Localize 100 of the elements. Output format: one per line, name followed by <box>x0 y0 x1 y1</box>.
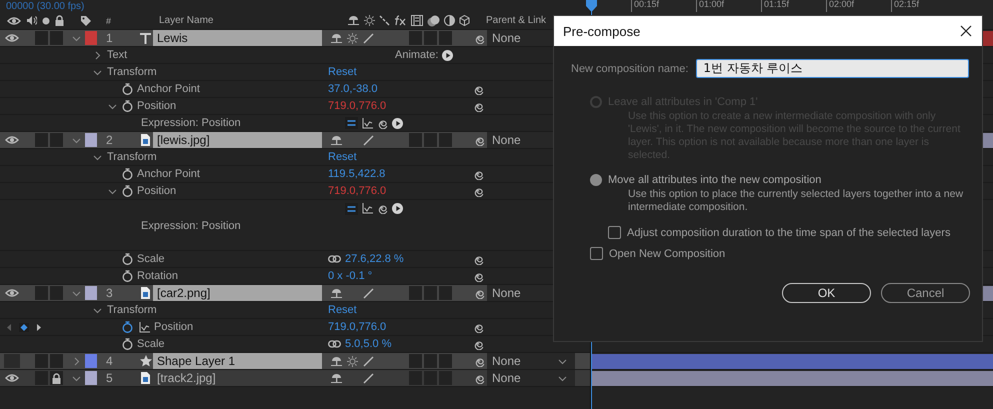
lock-toggle[interactable] <box>50 354 63 368</box>
chevron-icon[interactable] <box>72 34 81 42</box>
eye-icon[interactable] <box>5 288 19 298</box>
switch-box[interactable] <box>439 371 452 385</box>
solo-toggle[interactable] <box>35 371 48 385</box>
stopwatch-icon <box>122 168 133 180</box>
lock-toggle[interactable] <box>50 133 63 147</box>
footage-file-icon <box>141 287 150 299</box>
switch-box[interactable] <box>409 371 422 385</box>
layer-bar[interactable] <box>591 354 993 368</box>
parent-value: None <box>492 371 521 385</box>
label-color-swatch[interactable] <box>85 286 97 300</box>
label-color-swatch[interactable] <box>85 354 97 368</box>
chevron-icon[interactable] <box>92 68 102 76</box>
lock-icon[interactable] <box>55 15 64 26</box>
solo-toggle[interactable] <box>35 286 48 300</box>
ruler-label: 02:15f <box>891 0 956 12</box>
switch-box[interactable] <box>439 286 452 300</box>
ruler-label: 01:15f <box>761 0 826 12</box>
solo-toggle[interactable] <box>35 31 48 45</box>
switch-box[interactable] <box>409 31 422 45</box>
parent-dropdown[interactable]: None <box>487 370 575 386</box>
layer-name[interactable]: Shape Layer 1 <box>153 353 322 369</box>
pick-whip-spiral-icon <box>474 32 485 44</box>
quality-switch-icon <box>362 134 374 146</box>
solo-toggle[interactable] <box>35 133 48 147</box>
label-color-swatch[interactable] <box>85 371 97 385</box>
playhead-marker-icon[interactable] <box>586 0 597 12</box>
keyframe-navigator-icon[interactable] <box>6 322 42 332</box>
chevron-icon[interactable] <box>72 136 81 144</box>
switch-box[interactable] <box>424 354 437 368</box>
pick-whip-spiral-icon <box>474 288 485 298</box>
checkbox[interactable] <box>590 247 603 260</box>
play-menu-icon[interactable] <box>392 203 403 214</box>
chevron-icon[interactable] <box>92 50 102 60</box>
switch-box[interactable] <box>409 133 422 147</box>
layer-name[interactable]: [track2.jpg] <box>153 370 322 386</box>
lock-toggle[interactable] <box>50 31 63 45</box>
property-value[interactable]: 119.5,422.8 <box>328 168 386 180</box>
property-value[interactable]: 27.6,22.8 % <box>345 253 404 265</box>
group-name[interactable]: Transform <box>103 151 157 163</box>
cancel-button[interactable]: Cancel <box>881 283 970 303</box>
layer-number: 4 <box>105 354 114 368</box>
lock-icon[interactable] <box>52 372 61 384</box>
eye-icon[interactable] <box>5 135 19 145</box>
switch-box[interactable] <box>409 286 422 300</box>
close-button[interactable] <box>958 23 974 39</box>
chevron-icon[interactable] <box>72 288 81 298</box>
reset-link[interactable]: Reset <box>328 66 357 78</box>
play-menu-icon[interactable] <box>392 118 403 128</box>
radio-button[interactable] <box>590 174 602 186</box>
group-name[interactable]: Transform <box>103 304 157 316</box>
group-name[interactable]: Transform <box>103 66 157 78</box>
pick-whip-spiral-icon <box>474 134 485 146</box>
switch-box[interactable] <box>409 354 422 368</box>
chevron-icon[interactable] <box>108 186 116 196</box>
eye-icon[interactable] <box>5 373 19 383</box>
ok-button[interactable]: OK <box>782 283 871 303</box>
checkbox[interactable] <box>608 226 621 239</box>
stopwatch-icon <box>122 321 133 333</box>
switch-box[interactable] <box>439 354 452 368</box>
layer-name[interactable]: Lewis <box>153 30 322 46</box>
layer-name[interactable]: [lewis.jpg] <box>153 132 322 148</box>
ruler-label: 02:00f <box>826 0 891 12</box>
reset-link[interactable]: Reset <box>328 304 357 316</box>
property-value[interactable]: 5.0,5.0 % <box>345 338 392 350</box>
chevron-icon[interactable] <box>92 152 102 162</box>
chevron-icon[interactable] <box>108 102 116 110</box>
switch-box[interactable] <box>439 31 452 45</box>
name-field[interactable]: 1번 자동차 루이스 <box>696 59 970 78</box>
layer-name[interactable]: [car2.png] <box>153 285 322 301</box>
graph-icon <box>139 322 150 332</box>
reset-link[interactable]: Reset <box>328 151 357 163</box>
solo-toggle[interactable] <box>35 354 48 368</box>
expression-enable-icon[interactable] <box>345 202 358 214</box>
switch-box[interactable] <box>424 286 437 300</box>
chevron-icon[interactable] <box>72 374 81 382</box>
property-value[interactable]: 719.0,776.0 <box>328 321 386 333</box>
lock-toggle[interactable] <box>50 286 63 300</box>
parent-dropdown[interactable]: None <box>487 353 575 369</box>
eye-icon[interactable] <box>5 33 19 43</box>
chevron-icon[interactable] <box>92 306 102 314</box>
switch-box[interactable] <box>424 31 437 45</box>
label-color-swatch[interactable] <box>85 31 97 45</box>
visibility-toggle[interactable] <box>4 354 20 368</box>
stopwatch-icon <box>122 100 133 112</box>
switch-box[interactable] <box>424 133 437 147</box>
property-value[interactable]: 37.0,-38.0 <box>328 83 378 95</box>
expression-enable-icon[interactable] <box>345 117 358 129</box>
label-color-swatch[interactable] <box>85 133 97 147</box>
option-label: Move all attributes into the new composition <box>608 174 822 186</box>
eye-icon[interactable] <box>7 16 21 26</box>
group-name[interactable]: Text <box>103 49 128 61</box>
layer-bar[interactable] <box>591 370 993 386</box>
switch-box[interactable] <box>439 133 452 147</box>
animate-label: Animate: <box>395 49 438 61</box>
chevron-icon[interactable] <box>72 356 81 366</box>
property-value[interactable]: 0 x -0.1 ° <box>328 270 372 282</box>
switch-box[interactable] <box>424 371 437 385</box>
play-menu-icon[interactable] <box>442 50 454 60</box>
